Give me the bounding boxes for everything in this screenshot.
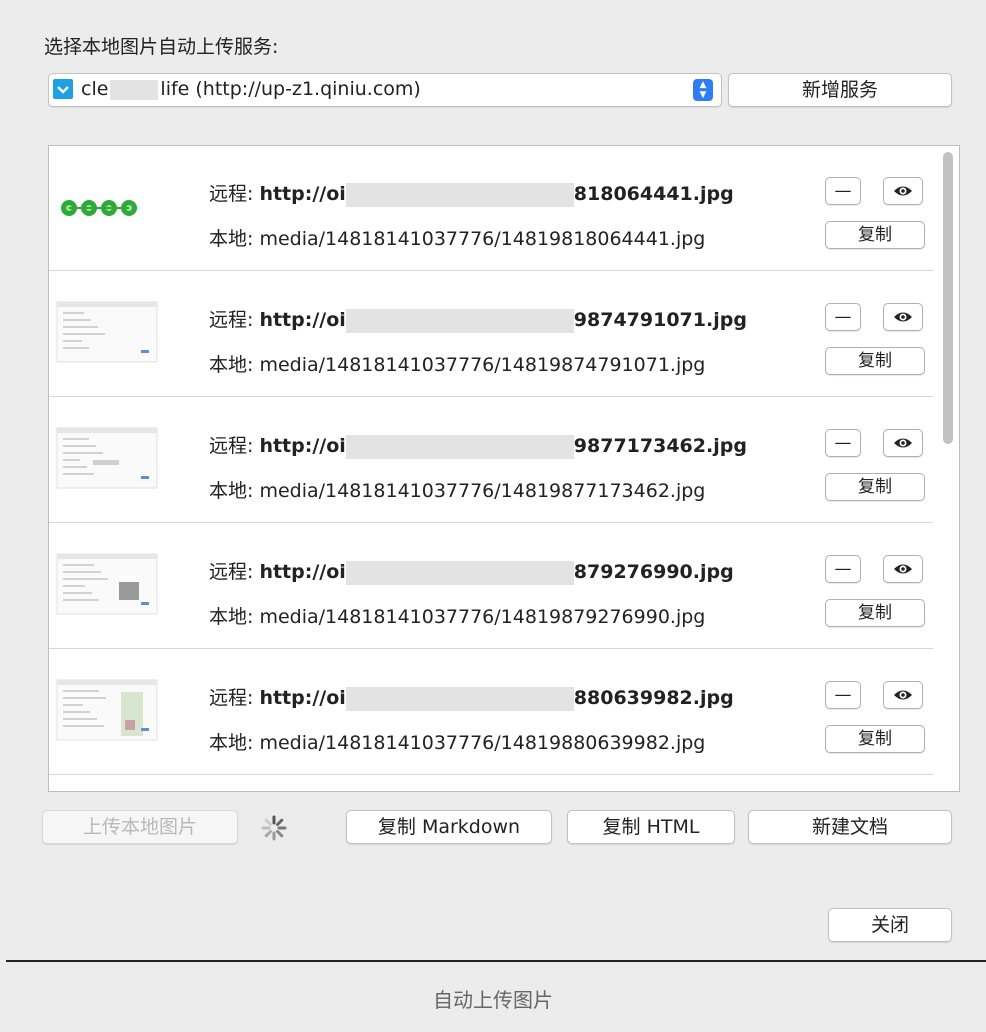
preview-button[interactable] xyxy=(883,429,923,457)
remote-prefix: http://oi xyxy=(259,561,346,583)
remote-label: 远程: xyxy=(209,183,254,205)
preview-button[interactable] xyxy=(883,555,923,583)
remote-filename: 880639982.jpg xyxy=(573,687,734,709)
list-item: 远程: http://oi 9877173462.jpg 本地: media/148… xyxy=(49,398,933,523)
loading-spinner-icon xyxy=(261,815,287,841)
service-select-label: 选择本地图片自动上传服务: xyxy=(44,36,279,58)
eye-icon xyxy=(894,312,912,322)
service-name-suffix: life (http://up-z1.qiniu.com) xyxy=(160,78,421,100)
remote-prefix: http://oi xyxy=(259,309,346,331)
remote-url: 远程: http://oi 880639982.jpg xyxy=(209,683,734,711)
eye-icon xyxy=(894,438,912,448)
upload-local-image-button[interactable]: 上传本地图片 xyxy=(42,810,238,844)
copy-button[interactable]: 复制 xyxy=(825,725,925,753)
remove-button[interactable]: — xyxy=(825,555,861,583)
copy-html-button[interactable]: 复制 HTML xyxy=(567,810,735,844)
figure-caption: 自动上传图片 xyxy=(433,988,553,1012)
eye-icon xyxy=(894,564,912,574)
remote-prefix: http://oi xyxy=(259,687,346,709)
remote-label: 远程: xyxy=(209,435,254,457)
new-document-button[interactable]: 新建文档 xyxy=(748,810,952,844)
remote-label: 远程: xyxy=(209,561,254,583)
preview-button[interactable] xyxy=(883,303,923,331)
minus-icon: — xyxy=(834,559,852,579)
minus-icon: — xyxy=(834,307,852,327)
redacted-block xyxy=(345,308,574,333)
eye-icon xyxy=(894,690,912,700)
local-label: 本地: xyxy=(209,606,254,628)
redacted-block xyxy=(345,686,574,711)
remove-button[interactable]: — xyxy=(825,177,861,205)
eye-icon xyxy=(894,186,912,196)
remote-filename: 879276990.jpg xyxy=(573,561,734,583)
image-thumbnail xyxy=(55,676,159,744)
remove-button[interactable]: — xyxy=(825,303,861,331)
upload-dialog: 选择本地图片自动上传服务: cle life (http://up-z1.qini… xyxy=(6,0,986,962)
redacted-block xyxy=(345,182,574,207)
redacted-block xyxy=(345,434,574,459)
local-path-value: media/14818141037776/14819880639982.jpg xyxy=(259,732,706,754)
local-path: 本地: media/14818141037776/14819880639982.… xyxy=(209,728,705,755)
minus-icon: — xyxy=(834,685,852,705)
image-thumbnail xyxy=(55,298,159,366)
list-item: 远程: http://oi 9874791071.jpg 本地: media/148… xyxy=(49,272,933,397)
list-item: 远程: http://oi 880639982.jpg 本地: media/1481… xyxy=(49,650,933,775)
preview-button[interactable] xyxy=(883,681,923,709)
local-path-value: media/14818141037776/14819877173462.jpg xyxy=(259,480,706,502)
copy-markdown-button[interactable]: 复制 Markdown xyxy=(346,810,552,844)
preview-button[interactable] xyxy=(883,177,923,205)
local-path-value: media/14818141037776/14819879276990.jpg xyxy=(259,606,706,628)
local-label: 本地: xyxy=(209,228,254,250)
list-item: 远程: http://oi 879276990.jpg 本地: media/1481… xyxy=(49,524,933,649)
copy-button[interactable]: 复制 xyxy=(825,473,925,501)
stepper-arrows-icon[interactable]: ▲ ▼ xyxy=(693,79,713,101)
minus-icon: — xyxy=(834,181,852,201)
service-select[interactable]: cle life (http://up-z1.qiniu.com) ▲ ▼ xyxy=(48,73,722,107)
remote-url: 远程: http://oi 879276990.jpg xyxy=(209,557,734,585)
upload-list: 远程: http://oi 818064441.jpg 本地: media/1481… xyxy=(48,145,960,792)
local-label: 本地: xyxy=(209,732,254,754)
copy-button[interactable]: 复制 xyxy=(825,221,925,249)
remote-filename: 818064441.jpg xyxy=(573,183,734,205)
image-thumbnail xyxy=(55,424,159,492)
add-service-button[interactable]: 新增服务 xyxy=(728,73,952,107)
image-thumbnail xyxy=(55,172,159,240)
remote-prefix: http://oi xyxy=(259,435,346,457)
remote-url: 远程: http://oi 9877173462.jpg xyxy=(209,431,747,459)
remote-filename: 9877173462.jpg xyxy=(573,435,747,457)
scrollbar[interactable] xyxy=(943,152,953,444)
local-label: 本地: xyxy=(209,354,254,376)
local-path-value: media/14818141037776/14819818064441.jpg xyxy=(259,228,706,250)
remote-label: 远程: xyxy=(209,309,254,331)
remote-prefix: http://oi xyxy=(259,183,346,205)
local-label: 本地: xyxy=(209,480,254,502)
remote-url: 远程: http://oi 9874791071.jpg xyxy=(209,305,747,333)
redacted-block xyxy=(110,79,159,100)
qiniu-service-icon xyxy=(53,79,73,99)
close-button[interactable]: 关闭 xyxy=(828,908,952,942)
redacted-block xyxy=(345,560,574,585)
local-path: 本地: media/14818141037776/14819874791071.… xyxy=(209,350,705,377)
copy-button[interactable]: 复制 xyxy=(825,347,925,375)
remote-url: 远程: http://oi 818064441.jpg xyxy=(209,179,734,207)
remote-label: 远程: xyxy=(209,687,254,709)
remote-filename: 9874791071.jpg xyxy=(573,309,747,331)
copy-button[interactable]: 复制 xyxy=(825,599,925,627)
remove-button[interactable]: — xyxy=(825,429,861,457)
list-item: 远程: http://oi 818064441.jpg 本地: media/1481… xyxy=(49,146,933,271)
local-path: 本地: media/14818141037776/14819818064441.… xyxy=(209,224,705,251)
minus-icon: — xyxy=(834,433,852,453)
remove-button[interactable]: — xyxy=(825,681,861,709)
service-name: cle life (http://up-z1.qiniu.com) xyxy=(81,78,421,100)
local-path: 本地: media/14818141037776/14819877173462.… xyxy=(209,476,705,503)
local-path: 本地: media/14818141037776/14819879276990.… xyxy=(209,602,705,629)
image-thumbnail xyxy=(55,550,159,618)
local-path-value: media/14818141037776/14819874791071.jpg xyxy=(259,354,706,376)
service-name-prefix: cle xyxy=(81,78,109,100)
